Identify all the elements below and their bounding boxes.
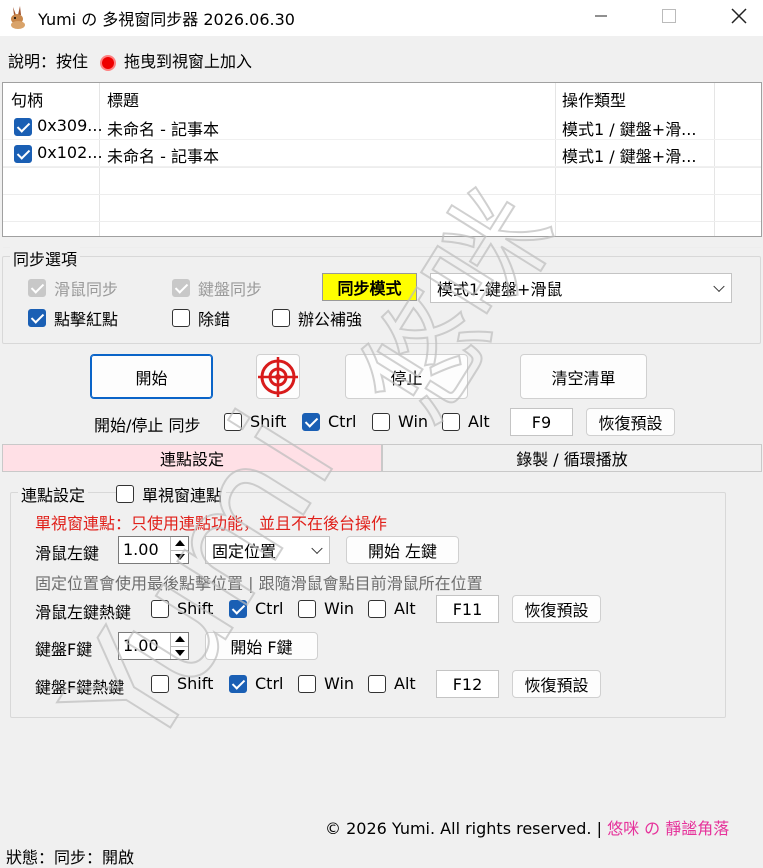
keyboard-sync-option: 鍵盤同步	[172, 276, 262, 300]
left-restore-default-button[interactable]: 恢復預設	[512, 595, 601, 623]
tab-record-playback[interactable]: 錄製 / 循環播放	[382, 444, 762, 472]
f-hotkey-alt-option[interactable]: Alt	[368, 674, 416, 693]
help-tail: 拖曳到視窗上加入	[124, 52, 253, 71]
crosshair-icon	[258, 356, 298, 397]
spin-up-icon[interactable]	[175, 636, 185, 642]
hotkey-shift-option[interactable]: Shift	[224, 412, 286, 431]
mouse-sync-option: 滑鼠同步	[28, 276, 118, 300]
f-hotkey-win-option[interactable]: Win	[298, 674, 354, 693]
left-hotkey-key-field[interactable]: F11	[436, 595, 499, 623]
f-restore-default-button[interactable]: 恢復預設	[512, 670, 601, 698]
start-f-button[interactable]: 開始 F鍵	[205, 632, 318, 660]
mouse-left-interval-stepper[interactable]: 1.00	[118, 536, 189, 564]
debug-option[interactable]: 除錯	[172, 306, 230, 330]
click-red-dot-option[interactable]: 點擊紅點	[28, 306, 118, 330]
copyright-line: © 2026 Yumi. All rights reserved. | 悠咪 の…	[325, 815, 729, 839]
f-hotkey-shift-checkbox[interactable]	[151, 674, 169, 693]
row-checkbox[interactable]	[14, 117, 32, 136]
left-hotkey-label: 滑鼠左鍵熱鍵	[35, 603, 132, 622]
position-mode-value: 固定位置	[212, 542, 277, 561]
red-dot-handle[interactable]	[102, 56, 115, 69]
row-type: 模式1 / 鍵盤+滑...	[562, 147, 697, 166]
left-hotkey-ctrl-option[interactable]: Ctrl	[229, 599, 283, 618]
spin-down-icon[interactable]	[175, 554, 185, 560]
left-hotkey-ctrl-checkbox[interactable]	[229, 599, 247, 618]
tab-click-settings[interactable]: 連點設定	[2, 444, 382, 472]
start-left-button[interactable]: 開始 左鍵	[346, 536, 459, 564]
row-type: 模式1 / 鍵盤+滑...	[562, 120, 697, 139]
window-title: Yumi の 多視窗同步器 2026.06.30	[38, 10, 295, 29]
chevron-down-icon	[713, 280, 725, 293]
start-button[interactable]: 開始	[90, 354, 213, 399]
sync-mode-value: 模式1-鍵盤+滑鼠	[437, 280, 563, 299]
hotkey-ctrl-checkbox[interactable]	[302, 412, 320, 431]
hotkey-alt-checkbox[interactable]	[442, 412, 460, 431]
row-handle: 0x309...	[37, 116, 102, 135]
f-hotkey-win-checkbox[interactable]	[298, 674, 316, 693]
help-line: 說明：按住 拖曳到視窗上加入	[8, 48, 252, 72]
left-hotkey-win-checkbox[interactable]	[298, 599, 316, 618]
sync-mode-select[interactable]: 模式1-鍵盤+滑鼠	[430, 273, 732, 303]
left-hotkey-win-option[interactable]: Win	[298, 599, 354, 618]
single-window-warning: 單視窗連點：只使用連點功能，並且不在後台操作	[35, 514, 388, 533]
office-boost-checkbox[interactable]	[272, 309, 290, 327]
chevron-down-icon	[311, 542, 323, 555]
clear-list-button[interactable]: 清空清單	[520, 354, 647, 399]
hotkey-ctrl-option[interactable]: Ctrl	[302, 412, 356, 431]
mouse-left-label: 滑鼠左鍵	[35, 544, 100, 563]
brand-link[interactable]: 悠咪 の 靜謐角落	[607, 819, 729, 838]
hotkey-win-checkbox[interactable]	[372, 412, 390, 431]
debug-checkbox[interactable]	[172, 309, 190, 327]
hotkey-win-option[interactable]: Win	[372, 412, 428, 431]
minimize-icon[interactable]	[578, 0, 624, 32]
maximize-icon[interactable]	[646, 0, 692, 32]
left-hotkey-alt-option[interactable]: Alt	[368, 599, 416, 618]
row-title: 未命名 - 記事本	[107, 120, 219, 139]
single-window-option[interactable]: 單視窗連點	[116, 482, 227, 506]
start-stop-hotkey-label: 開始/停止 同步	[94, 416, 201, 435]
f-hotkey-shift-option[interactable]: Shift	[151, 674, 213, 693]
table-row[interactable]: 0x102... 未命名 - 記事本 模式1 / 鍵盤+滑...	[3, 140, 761, 167]
spin-down-icon[interactable]	[175, 650, 185, 656]
hotkey-key-field[interactable]: F9	[510, 408, 573, 436]
f-hotkey-alt-checkbox[interactable]	[368, 674, 386, 693]
keyboard-sync-checkbox	[172, 279, 190, 297]
left-hotkey-shift-checkbox[interactable]	[151, 599, 169, 618]
sync-options-label: 同步選項	[10, 246, 81, 270]
mouse-left-interval-value: 1.00	[123, 540, 159, 559]
row-checkbox[interactable]	[14, 144, 32, 163]
table-row[interactable]: 0x309... 未命名 - 記事本 模式1 / 鍵盤+滑...	[3, 113, 761, 140]
keyf-interval-stepper[interactable]: 1.00	[118, 632, 189, 660]
rabbit-icon	[7, 5, 29, 29]
row-title: 未命名 - 記事本	[107, 147, 219, 166]
f-hotkey-key-field[interactable]: F12	[436, 670, 499, 698]
sync-mode-badge: 同步模式	[322, 273, 417, 301]
hotkey-shift-checkbox[interactable]	[224, 412, 242, 431]
click-settings-label: 連點設定	[18, 482, 89, 506]
crosshair-button[interactable]	[256, 354, 300, 399]
single-window-checkbox[interactable]	[116, 485, 134, 503]
f-hotkey-ctrl-checkbox[interactable]	[229, 674, 247, 693]
hotkey-alt-option[interactable]: Alt	[442, 412, 490, 431]
f-hotkey-ctrl-option[interactable]: Ctrl	[229, 674, 283, 693]
restore-default-button[interactable]: 恢復預設	[586, 408, 675, 436]
close-icon[interactable]	[716, 0, 762, 32]
row-handle: 0x102...	[37, 143, 102, 162]
left-hotkey-shift-option[interactable]: Shift	[151, 599, 213, 618]
click-red-dot-checkbox[interactable]	[28, 309, 46, 327]
status-bar-text: 狀態：同步：開啟	[6, 848, 135, 867]
stop-button[interactable]: 停止	[345, 354, 468, 399]
copyright-text: © 2026 Yumi. All rights reserved. |	[325, 819, 602, 838]
position-mode-select[interactable]: 固定位置	[205, 536, 330, 564]
mouse-sync-checkbox	[28, 279, 46, 297]
window-list[interactable]: 句柄 標題 操作類型 0x309... 未命名 - 記事本 模式1 / 鍵盤+滑…	[2, 82, 762, 248]
help-text: 說明：按住	[8, 52, 89, 71]
keyf-label: 鍵盤F鍵	[35, 640, 93, 659]
f-hotkey-label: 鍵盤F鍵熱鍵	[35, 678, 125, 697]
spin-up-icon[interactable]	[175, 540, 185, 546]
left-hotkey-alt-checkbox[interactable]	[368, 599, 386, 618]
office-boost-option[interactable]: 辦公補強	[272, 306, 362, 330]
position-hint: 固定位置會使用最後點擊位置 | 跟隨滑鼠會點目前滑鼠所在位置	[35, 574, 483, 593]
keyf-interval-value: 1.00	[123, 636, 159, 655]
